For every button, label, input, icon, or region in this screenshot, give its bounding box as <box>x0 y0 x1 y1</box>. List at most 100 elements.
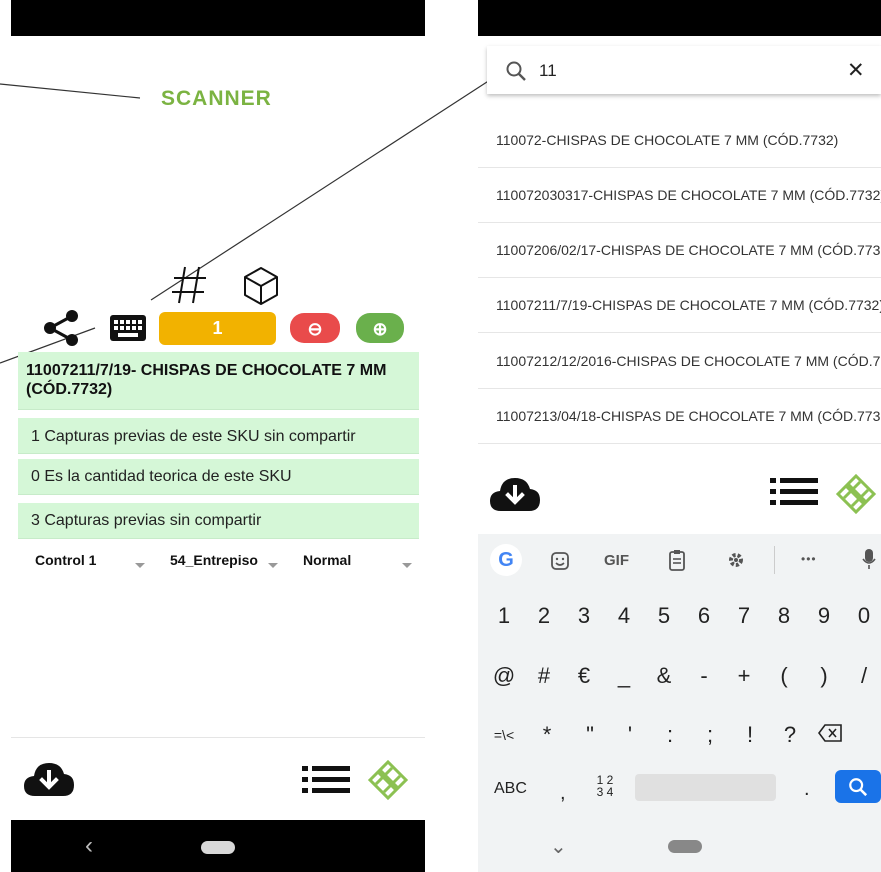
key[interactable]: € <box>564 663 604 689</box>
location-dropdown[interactable]: 54_Entrepiso <box>170 552 290 572</box>
increment-button[interactable]: ⊕ <box>356 313 404 343</box>
list-item[interactable]: 110072-CHISPAS DE CHOCOLATE 7 MM (CÓD.77… <box>478 112 881 168</box>
collapse-keyboard-button[interactable]: ⌄ <box>550 834 567 859</box>
product-title: 11007211/7/19- CHISPAS DE CHOCOLATE 7 MM… <box>26 362 387 398</box>
key[interactable]: " <box>570 722 610 748</box>
info-row-text: 0 Es la cantidad teorica de este SKU <box>31 468 292 485</box>
list-icon[interactable] <box>770 477 818 507</box>
home-button[interactable] <box>201 841 235 854</box>
key-row-numbers: 1 2 3 4 5 6 7 8 9 0 <box>484 603 881 629</box>
search-results-list: 110072-CHISPAS DE CHOCOLATE 7 MM (CÓD.77… <box>478 112 881 444</box>
mode-dropdown-value: Normal <box>303 552 352 568</box>
control-dropdown[interactable]: Control 1 <box>35 552 155 572</box>
number-pad-key[interactable]: 1 2 3 4 <box>593 774 617 798</box>
list-item[interactable]: 11007211/7/19-CHISPAS DE CHOCOLATE 7 MM … <box>478 278 881 333</box>
box-icon[interactable] <box>242 266 280 306</box>
quantity-field[interactable]: 1 <box>159 312 276 345</box>
sticker-icon[interactable] <box>550 551 570 571</box>
key[interactable]: 9 <box>804 603 844 629</box>
info-row-sku-captures: 1 Capturas previas de este SKU sin compa… <box>18 418 419 454</box>
key[interactable]: 8 <box>764 603 804 629</box>
search-icon <box>505 60 527 82</box>
share-icon[interactable] <box>42 309 80 347</box>
key[interactable]: ! <box>730 722 770 748</box>
clipboard-icon[interactable] <box>668 549 686 571</box>
scanner-title: SCANNER <box>161 87 272 110</box>
key[interactable]: 3 <box>564 603 604 629</box>
info-row-text: 3 Capturas previas sin compartir <box>31 512 262 529</box>
gear-icon[interactable] <box>726 550 746 570</box>
home-button[interactable] <box>668 840 702 853</box>
key[interactable]: 0 <box>844 603 881 629</box>
comma-key[interactable]: , <box>560 782 566 805</box>
soft-keyboard: G GIF ••• 1 2 3 4 5 6 7 8 9 0 @ # € _ & … <box>478 534 881 822</box>
key[interactable]: + <box>724 663 764 689</box>
key[interactable]: ? <box>770 722 810 748</box>
list-icon[interactable] <box>302 765 350 795</box>
chevron-down-icon <box>135 563 145 568</box>
mode-dropdown[interactable]: Normal <box>303 552 421 572</box>
list-item[interactable]: 11007212/12/2016-CHISPAS DE CHOCOLATE 7 … <box>478 333 881 389</box>
list-item[interactable]: 11007213/04/18-CHISPAS DE CHOCOLATE 7 MM… <box>478 389 881 444</box>
minus-icon: ⊖ <box>307 318 323 339</box>
period-key[interactable]: . <box>804 778 810 801</box>
status-bar <box>478 0 881 36</box>
search-icon <box>849 777 868 796</box>
bottom-divider <box>11 737 425 738</box>
key[interactable]: * <box>524 722 570 748</box>
keyboard-icon[interactable] <box>109 314 147 342</box>
decrement-button[interactable]: ⊖ <box>290 313 340 343</box>
back-button[interactable]: ‹ <box>85 832 93 860</box>
search-key[interactable] <box>835 770 881 803</box>
key[interactable]: ; <box>690 722 730 748</box>
location-dropdown-value: 54_Entrepiso <box>170 552 258 568</box>
backspace-icon[interactable] <box>810 723 850 747</box>
key[interactable]: 7 <box>724 603 764 629</box>
list-item[interactable]: 110072030317-CHISPAS DE CHOCOLATE 7 MM (… <box>478 168 881 223</box>
key[interactable]: & <box>644 663 684 689</box>
key-row-more-symbols: =\< * " ' : ; ! ? <box>484 722 881 748</box>
gif-button[interactable]: GIF <box>604 552 629 569</box>
chevron-down-icon <box>268 563 278 568</box>
list-item[interactable]: 11007206/02/17-CHISPAS DE CHOCOLATE 7 MM… <box>478 223 881 278</box>
logo-icon <box>834 472 878 516</box>
key-row-symbols: @ # € _ & - + ( ) / <box>484 663 881 689</box>
plus-icon: ⊕ <box>372 318 388 339</box>
info-row-theoretical-qty: 0 Es la cantidad teorica de este SKU <box>18 459 419 495</box>
cloud-download-icon[interactable] <box>489 475 541 513</box>
key[interactable]: - <box>684 663 724 689</box>
microphone-icon[interactable] <box>862 548 876 572</box>
hash-icon[interactable] <box>170 264 210 306</box>
key[interactable]: # <box>524 663 564 689</box>
key-more-symbols[interactable]: =\< <box>484 727 524 743</box>
product-title-card: 11007211/7/19- CHISPAS DE CHOCOLATE 7 MM… <box>18 352 419 410</box>
key[interactable]: 5 <box>644 603 684 629</box>
google-icon[interactable]: G <box>490 544 522 576</box>
abc-key[interactable]: ABC <box>494 780 527 798</box>
search-input[interactable] <box>537 56 811 86</box>
more-icon[interactable]: ••• <box>801 552 817 566</box>
toolbar-divider <box>774 546 775 574</box>
cloud-download-icon[interactable] <box>23 760 75 798</box>
close-icon[interactable]: ✕ <box>847 58 865 83</box>
google-letter: G <box>498 548 514 571</box>
key[interactable]: 1 <box>484 603 524 629</box>
chevron-down-icon <box>402 563 412 568</box>
key[interactable]: ' <box>610 722 650 748</box>
key[interactable]: : <box>650 722 690 748</box>
key[interactable]: @ <box>484 663 524 689</box>
key[interactable]: 6 <box>684 603 724 629</box>
key[interactable]: ) <box>804 663 844 689</box>
logo-icon <box>366 758 410 802</box>
key[interactable]: ( <box>764 663 804 689</box>
info-row-text: 1 Capturas previas de este SKU sin compa… <box>31 428 356 445</box>
number-pad-bottom: 3 4 <box>596 785 614 799</box>
key[interactable]: 2 <box>524 603 564 629</box>
search-bar: ✕ <box>487 46 881 94</box>
key[interactable]: _ <box>604 663 644 689</box>
key[interactable]: / <box>844 663 881 689</box>
control-dropdown-value: Control 1 <box>35 552 97 568</box>
space-key[interactable] <box>635 774 776 801</box>
info-row-previous-captures: 3 Capturas previas sin compartir <box>18 503 419 539</box>
key[interactable]: 4 <box>604 603 644 629</box>
